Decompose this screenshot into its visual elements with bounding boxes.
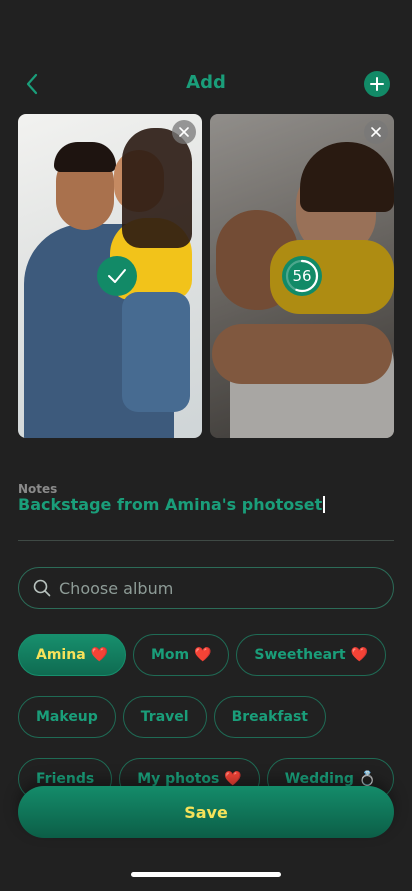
notes-text: Backstage from Amina's photoset — [18, 495, 323, 514]
album-search-input[interactable] — [59, 578, 359, 598]
home-indicator — [131, 872, 281, 877]
add-button[interactable] — [364, 71, 390, 97]
save-button[interactable]: Save — [18, 786, 394, 838]
header: Add — [0, 60, 412, 108]
album-search[interactable] — [18, 567, 394, 609]
selected-badge — [97, 256, 137, 296]
photo-figure-man-hair — [54, 142, 116, 172]
remove-photo-button[interactable] — [364, 120, 388, 144]
album-chip-row: Makeup Travel Breakfast — [18, 696, 333, 738]
album-chip-row: Amina ❤️ Mom ❤️ Sweetheart ❤️ — [18, 634, 393, 676]
photo-figure-girl-jeans — [122, 292, 190, 412]
text-caret — [323, 496, 326, 513]
notes-field[interactable]: Backstage from Amina's photoset — [18, 495, 326, 514]
close-icon — [179, 127, 189, 137]
album-chip-sweetheart[interactable]: Sweetheart ❤️ — [236, 634, 386, 676]
search-icon — [33, 579, 51, 597]
album-chip-amina[interactable]: Amina ❤️ — [18, 634, 126, 676]
upload-progress-value: 56 — [292, 267, 312, 285]
page-title: Add — [186, 72, 226, 93]
album-chip-travel[interactable]: Travel — [122, 696, 207, 738]
album-chip-makeup[interactable]: Makeup — [18, 696, 116, 738]
upload-progress-badge: 56 — [282, 256, 322, 296]
notes-label: Notes — [18, 482, 58, 496]
photo-thumbnail-1[interactable] — [18, 114, 202, 438]
checkmark-icon — [108, 269, 126, 283]
close-icon — [371, 127, 381, 137]
remove-photo-button[interactable] — [172, 120, 196, 144]
photo-grid: 56 — [18, 114, 394, 438]
photo-figure-girl-hair — [122, 128, 192, 248]
plus-icon — [370, 77, 384, 91]
photo-thumbnail-2[interactable]: 56 — [210, 114, 394, 438]
notes-divider — [18, 540, 394, 541]
album-chip-breakfast[interactable]: Breakfast — [213, 696, 326, 738]
album-chip-mom[interactable]: Mom ❤️ — [132, 634, 230, 676]
